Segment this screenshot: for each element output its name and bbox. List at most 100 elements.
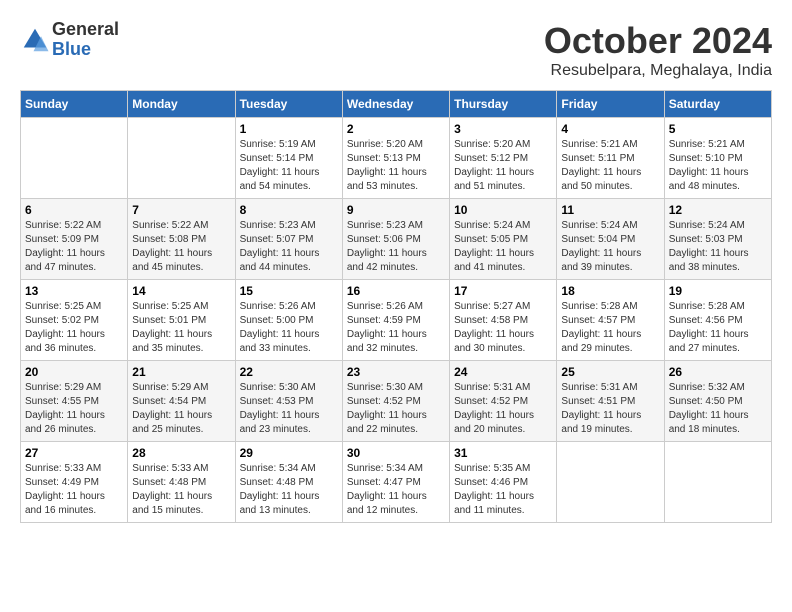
day-info: Sunrise: 5:20 AM Sunset: 5:13 PM Dayligh… xyxy=(347,138,445,194)
month-title: October 2024 xyxy=(544,20,772,62)
header-thursday: Thursday xyxy=(450,91,557,118)
calendar-header-row: SundayMondayTuesdayWednesdayThursdayFrid… xyxy=(21,91,772,118)
day-number: 21 xyxy=(132,365,230,379)
day-info: Sunrise: 5:24 AM Sunset: 5:05 PM Dayligh… xyxy=(454,219,552,275)
day-number: 2 xyxy=(347,122,445,136)
logo-general: General xyxy=(52,20,119,40)
day-number: 30 xyxy=(347,446,445,460)
calendar-cell: 17Sunrise: 5:27 AM Sunset: 4:58 PM Dayli… xyxy=(450,280,557,361)
day-info: Sunrise: 5:19 AM Sunset: 5:14 PM Dayligh… xyxy=(240,138,338,194)
day-number: 15 xyxy=(240,284,338,298)
header-friday: Friday xyxy=(557,91,664,118)
logo-text: General Blue xyxy=(52,20,119,60)
calendar-cell: 26 Sunrise: 5:32 AM Sunset: 4:50 PM Dayli… xyxy=(664,361,771,442)
calendar-cell: 19 Sunrise: 5:28 AM Sunset: 4:56 PM Dayli… xyxy=(664,280,771,361)
day-info: Sunrise: 5:21 AM Sunset: 5:10 PM Dayligh… xyxy=(669,138,767,194)
calendar-cell xyxy=(128,118,235,199)
calendar-cell: 27Sunrise: 5:33 AM Sunset: 4:49 PM Dayli… xyxy=(21,442,128,523)
calendar-cell: 10 Sunrise: 5:24 AM Sunset: 5:05 PM Dayli… xyxy=(450,199,557,280)
day-number: 3 xyxy=(454,122,552,136)
day-info: Sunrise: 5:34 AM Sunset: 4:48 PM Dayligh… xyxy=(240,462,338,518)
calendar-cell: 9 Sunrise: 5:23 AM Sunset: 5:06 PM Daylig… xyxy=(342,199,449,280)
day-info: Sunrise: 5:21 AM Sunset: 5:11 PM Dayligh… xyxy=(561,138,659,194)
calendar-cell: 1 Sunrise: 5:19 AM Sunset: 5:14 PM Daylig… xyxy=(235,118,342,199)
calendar-cell: 20Sunrise: 5:29 AM Sunset: 4:55 PM Dayli… xyxy=(21,361,128,442)
day-number: 27 xyxy=(25,446,123,460)
calendar-cell: 7 Sunrise: 5:22 AM Sunset: 5:08 PM Daylig… xyxy=(128,199,235,280)
day-info: Sunrise: 5:20 AM Sunset: 5:12 PM Dayligh… xyxy=(454,138,552,194)
week-row-3: 20Sunrise: 5:29 AM Sunset: 4:55 PM Dayli… xyxy=(21,361,772,442)
calendar-cell: 12Sunrise: 5:24 AM Sunset: 5:03 PM Dayli… xyxy=(664,199,771,280)
day-info: Sunrise: 5:32 AM Sunset: 4:50 PM Dayligh… xyxy=(669,381,767,437)
day-number: 24 xyxy=(454,365,552,379)
day-number: 22 xyxy=(240,365,338,379)
calendar-cell: 3 Sunrise: 5:20 AM Sunset: 5:12 PM Daylig… xyxy=(450,118,557,199)
day-number: 12 xyxy=(669,203,767,217)
day-info: Sunrise: 5:30 AM Sunset: 4:53 PM Dayligh… xyxy=(240,381,338,437)
calendar: SundayMondayTuesdayWednesdayThursdayFrid… xyxy=(20,90,772,523)
week-row-1: 6Sunrise: 5:22 AM Sunset: 5:09 PM Daylig… xyxy=(21,199,772,280)
day-info: Sunrise: 5:28 AM Sunset: 4:57 PM Dayligh… xyxy=(561,300,659,356)
day-info: Sunrise: 5:29 AM Sunset: 4:54 PM Dayligh… xyxy=(132,381,230,437)
header-wednesday: Wednesday xyxy=(342,91,449,118)
day-info: Sunrise: 5:33 AM Sunset: 4:48 PM Dayligh… xyxy=(132,462,230,518)
day-number: 26 xyxy=(669,365,767,379)
logo: General Blue xyxy=(20,20,119,60)
calendar-cell: 18Sunrise: 5:28 AM Sunset: 4:57 PM Dayli… xyxy=(557,280,664,361)
day-number: 7 xyxy=(132,203,230,217)
day-info: Sunrise: 5:35 AM Sunset: 4:46 PM Dayligh… xyxy=(454,462,552,518)
title-block: October 2024 Resubelpara, Meghalaya, Ind… xyxy=(544,20,772,80)
day-number: 16 xyxy=(347,284,445,298)
day-number: 10 xyxy=(454,203,552,217)
day-number: 9 xyxy=(347,203,445,217)
day-info: Sunrise: 5:34 AM Sunset: 4:47 PM Dayligh… xyxy=(347,462,445,518)
day-number: 5 xyxy=(669,122,767,136)
calendar-cell: 29 Sunrise: 5:34 AM Sunset: 4:48 PM Dayli… xyxy=(235,442,342,523)
calendar-cell: 30 Sunrise: 5:34 AM Sunset: 4:47 PM Dayli… xyxy=(342,442,449,523)
calendar-cell xyxy=(21,118,128,199)
calendar-cell: 22 Sunrise: 5:30 AM Sunset: 4:53 PM Dayli… xyxy=(235,361,342,442)
calendar-cell: 4 Sunrise: 5:21 AM Sunset: 5:11 PM Daylig… xyxy=(557,118,664,199)
calendar-cell: 25 Sunrise: 5:31 AM Sunset: 4:51 PM Dayli… xyxy=(557,361,664,442)
day-number: 14 xyxy=(132,284,230,298)
calendar-cell: 21 Sunrise: 5:29 AM Sunset: 4:54 PM Dayli… xyxy=(128,361,235,442)
day-info: Sunrise: 5:23 AM Sunset: 5:07 PM Dayligh… xyxy=(240,219,338,275)
page-header: General Blue October 2024 Resubelpara, M… xyxy=(20,20,772,80)
day-info: Sunrise: 5:31 AM Sunset: 4:52 PM Dayligh… xyxy=(454,381,552,437)
calendar-cell: 31 Sunrise: 5:35 AM Sunset: 4:46 PM Dayli… xyxy=(450,442,557,523)
day-number: 19 xyxy=(669,284,767,298)
calendar-cell: 8 Sunrise: 5:23 AM Sunset: 5:07 PM Daylig… xyxy=(235,199,342,280)
day-number: 25 xyxy=(561,365,659,379)
day-info: Sunrise: 5:25 AM Sunset: 5:02 PM Dayligh… xyxy=(25,300,123,356)
day-info: Sunrise: 5:26 AM Sunset: 5:00 PM Dayligh… xyxy=(240,300,338,356)
day-number: 4 xyxy=(561,122,659,136)
day-number: 28 xyxy=(132,446,230,460)
location: Resubelpara, Meghalaya, India xyxy=(544,62,772,80)
day-info: Sunrise: 5:30 AM Sunset: 4:52 PM Dayligh… xyxy=(347,381,445,437)
logo-icon xyxy=(20,25,50,55)
calendar-cell: 28 Sunrise: 5:33 AM Sunset: 4:48 PM Dayli… xyxy=(128,442,235,523)
day-number: 13 xyxy=(25,284,123,298)
day-info: Sunrise: 5:31 AM Sunset: 4:51 PM Dayligh… xyxy=(561,381,659,437)
calendar-cell: 5 Sunrise: 5:21 AM Sunset: 5:10 PM Daylig… xyxy=(664,118,771,199)
calendar-cell: 16Sunrise: 5:26 AM Sunset: 4:59 PM Dayli… xyxy=(342,280,449,361)
header-sunday: Sunday xyxy=(21,91,128,118)
day-info: Sunrise: 5:28 AM Sunset: 4:56 PM Dayligh… xyxy=(669,300,767,356)
day-number: 29 xyxy=(240,446,338,460)
header-saturday: Saturday xyxy=(664,91,771,118)
day-info: Sunrise: 5:22 AM Sunset: 5:08 PM Dayligh… xyxy=(132,219,230,275)
day-number: 1 xyxy=(240,122,338,136)
day-number: 23 xyxy=(347,365,445,379)
calendar-cell xyxy=(664,442,771,523)
day-info: Sunrise: 5:29 AM Sunset: 4:55 PM Dayligh… xyxy=(25,381,123,437)
calendar-cell: 14 Sunrise: 5:25 AM Sunset: 5:01 PM Dayli… xyxy=(128,280,235,361)
day-info: Sunrise: 5:23 AM Sunset: 5:06 PM Dayligh… xyxy=(347,219,445,275)
week-row-2: 13 Sunrise: 5:25 AM Sunset: 5:02 PM Dayli… xyxy=(21,280,772,361)
day-number: 17 xyxy=(454,284,552,298)
day-number: 11 xyxy=(561,203,659,217)
day-number: 31 xyxy=(454,446,552,460)
day-info: Sunrise: 5:24 AM Sunset: 5:04 PM Dayligh… xyxy=(561,219,659,275)
day-info: Sunrise: 5:25 AM Sunset: 5:01 PM Dayligh… xyxy=(132,300,230,356)
day-number: 8 xyxy=(240,203,338,217)
day-number: 6 xyxy=(25,203,123,217)
